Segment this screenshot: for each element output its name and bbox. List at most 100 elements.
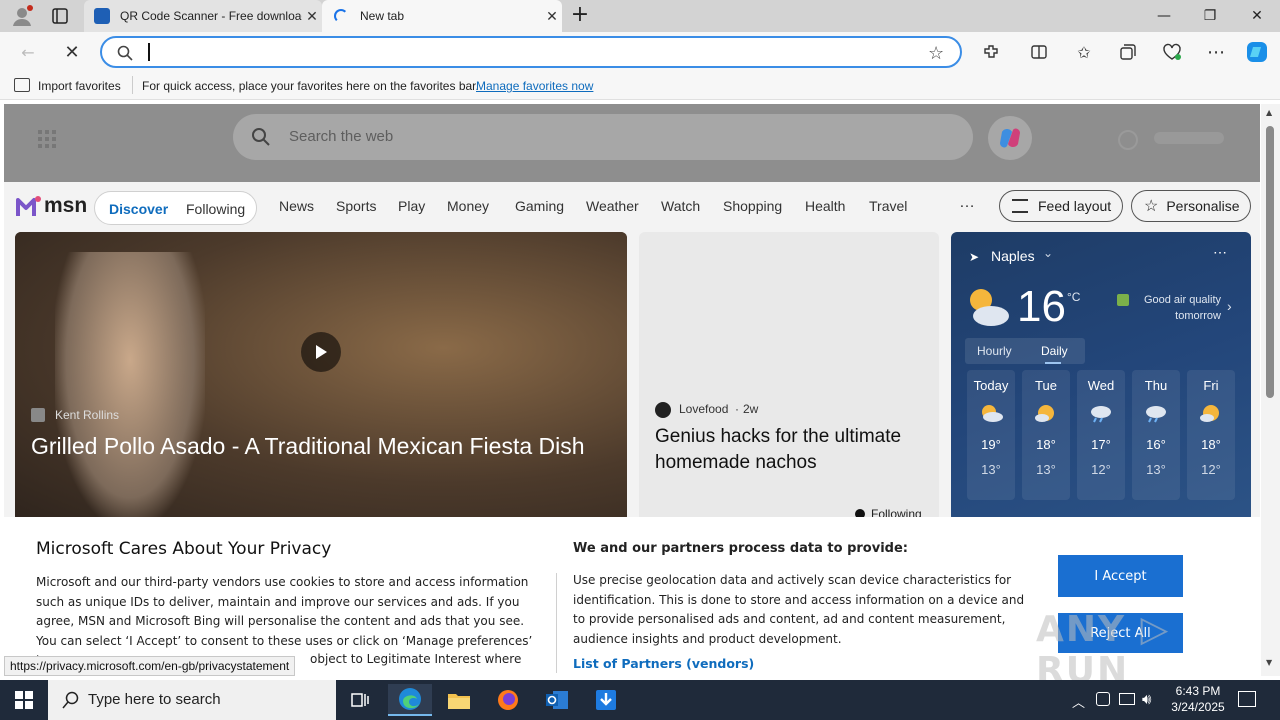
import-favorites-icon <box>14 78 30 92</box>
feed-layout-button[interactable]: Feed layout <box>999 190 1123 222</box>
forecast-low: 13° <box>1146 462 1166 477</box>
file-explorer-icon[interactable] <box>437 684 481 716</box>
nav-item-health[interactable]: Health <box>805 198 845 214</box>
separator-dot: · <box>735 402 739 416</box>
scroll-down-icon[interactable]: ▼ <box>1266 658 1272 667</box>
weather-location[interactable]: Naples <box>991 248 1035 264</box>
favorites-icon[interactable]: ✩ <box>1072 40 1096 64</box>
scroll-up-icon[interactable]: ▲ <box>1266 108 1272 117</box>
forecast-day-label: Tue <box>1035 378 1057 393</box>
chevron-right-icon[interactable]: › <box>1227 298 1232 314</box>
sign-in-button[interactable] <box>1154 132 1224 144</box>
forecast-high: 16° <box>1146 437 1166 452</box>
more-nav-icon[interactable]: … <box>959 194 975 212</box>
forecast-low: 13° <box>1036 462 1056 477</box>
import-favorites-button[interactable]: Import favorites <box>38 79 121 93</box>
hero-video-card[interactable]: Kent Rollins Grilled Pollo Asado - A Tra… <box>15 232 627 522</box>
copilot-button[interactable] <box>988 116 1032 160</box>
nav-item-gaming[interactable]: Gaming <box>515 198 564 214</box>
firefox-icon[interactable] <box>486 684 530 716</box>
hero-title[interactable]: Grilled Pollo Asado - A Traditional Mexi… <box>31 430 611 462</box>
edge-taskbar-icon[interactable] <box>388 684 432 716</box>
copilot-icon[interactable] <box>1245 40 1269 64</box>
tab-actions-icon[interactable] <box>50 6 70 26</box>
task-view-icon[interactable] <box>338 684 382 716</box>
msn-logo-text: msn <box>44 194 88 217</box>
stop-loading-icon[interactable]: ✕ <box>60 40 84 64</box>
forecast-day[interactable]: Thu 16° 13° <box>1132 370 1180 500</box>
settings-gear-icon[interactable] <box>1118 130 1138 150</box>
nav-item-travel[interactable]: Travel <box>869 198 907 214</box>
tab-discover[interactable]: Discover <box>109 201 168 217</box>
show-hidden-icons-icon[interactable]: ︿ <box>1072 692 1085 711</box>
forecast-day[interactable]: Fri 18° 12° <box>1187 370 1235 500</box>
forecast-day[interactable]: Wed 17° 12° <box>1077 370 1125 500</box>
network-icon[interactable] <box>1119 693 1135 705</box>
tab-qr-code-scanner[interactable]: QR Code Scanner - Free download ✕ <box>84 0 322 32</box>
minimize-button[interactable]: — <box>1141 0 1187 32</box>
new-tab-button[interactable]: + <box>570 4 590 26</box>
tab-bar: QR Code Scanner - Free download ✕ New ta… <box>0 0 1280 32</box>
nav-item-play[interactable]: Play <box>398 198 425 214</box>
close-tab-icon[interactable]: ✕ <box>302 8 322 25</box>
loading-spinner-icon <box>334 9 348 23</box>
tab-daily[interactable]: Daily <box>1041 344 1068 358</box>
tab-following[interactable]: Following <box>186 201 245 217</box>
partners-body: Use precise geolocation data and activel… <box>573 573 1025 646</box>
extensions-icon[interactable] <box>979 40 1003 64</box>
scrollbar-thumb[interactable] <box>1266 126 1274 398</box>
forecast-day[interactable]: Tue 18° 13° <box>1022 370 1070 500</box>
nav-item-weather[interactable]: Weather <box>586 198 639 214</box>
forecast-low: 13° <box>981 462 1001 477</box>
list-of-partners-link[interactable]: List of Partners (vendors) <box>573 656 754 671</box>
partly-sunny-icon <box>1034 403 1058 423</box>
volume-icon[interactable]: 🔊︎ <box>1142 690 1151 708</box>
watermark-logo: ANY ▷ RUN <box>1036 609 1171 691</box>
web-search-box[interactable]: Search the web <box>233 114 973 160</box>
nav-item-news[interactable]: News <box>279 198 314 214</box>
windows-logo-icon <box>15 691 33 709</box>
outlook-icon[interactable] <box>535 684 579 716</box>
close-tab-icon[interactable]: ✕ <box>542 8 562 25</box>
browser-essentials-icon[interactable] <box>1160 40 1184 64</box>
search-icon <box>251 127 271 147</box>
play-button[interactable] <box>301 332 341 372</box>
split-screen-icon[interactable] <box>1027 40 1051 64</box>
nav-item-money[interactable]: Money <box>447 198 489 214</box>
personalise-label: Personalise <box>1166 198 1240 214</box>
nav-item-shopping[interactable]: Shopping <box>723 198 782 214</box>
forecast-day[interactable]: Today 19° 13° <box>967 370 1015 500</box>
msn-nav-bar: msn Discover Following News Sports Play … <box>4 182 1260 232</box>
forecast-high: 18° <box>1201 437 1221 452</box>
accept-button[interactable]: I Accept <box>1058 555 1183 597</box>
address-bar[interactable]: ☆ <box>100 36 962 68</box>
weather-card[interactable]: ➤ Naples ⌄ ⋯ 16 °C Good air quality tomo… <box>951 232 1251 522</box>
chevron-down-icon[interactable]: ⌄ <box>1043 246 1053 260</box>
back-icon[interactable]: ← <box>16 40 40 64</box>
more-options-icon[interactable]: ⋯ <box>1213 244 1227 261</box>
personalise-button[interactable]: ☆ Personalise <box>1131 190 1251 222</box>
tab-new-tab[interactable]: New tab ✕ <box>322 0 562 32</box>
taskbar-search-box[interactable]: Type here to search <box>48 680 336 720</box>
app-launcher-icon[interactable] <box>38 130 56 148</box>
manage-favorites-link[interactable]: Manage favorites now <box>476 79 593 93</box>
site-favicon-icon <box>94 8 110 24</box>
restore-button[interactable]: ❐ <box>1187 0 1233 32</box>
start-button[interactable] <box>2 684 46 716</box>
close-window-button[interactable]: ✕ <box>1234 0 1280 32</box>
profile-icon[interactable] <box>10 4 34 28</box>
nav-item-sports[interactable]: Sports <box>336 198 376 214</box>
favorite-star-icon[interactable]: ☆ <box>928 43 944 64</box>
collections-icon[interactable] <box>1116 40 1140 64</box>
download-app-icon[interactable] <box>584 684 628 716</box>
nav-item-watch[interactable]: Watch <box>661 198 700 214</box>
vertical-scrollbar[interactable]: ▲ ▼ <box>1261 104 1280 676</box>
tab-hourly[interactable]: Hourly <box>977 344 1012 358</box>
notifications-icon[interactable] <box>1238 691 1256 707</box>
article-title[interactable]: Genius hacks for the ultimate homemade n… <box>655 424 925 476</box>
settings-more-icon[interactable]: ⋯ <box>1204 40 1228 64</box>
taskbar-clock[interactable]: 6:43 PM 3/24/2025 <box>1164 683 1232 715</box>
article-card[interactable]: Lovefood · 2w Genius hacks for the ultim… <box>639 232 939 522</box>
forecast-high: 19° <box>981 437 1001 452</box>
meet-now-icon[interactable] <box>1096 692 1110 706</box>
